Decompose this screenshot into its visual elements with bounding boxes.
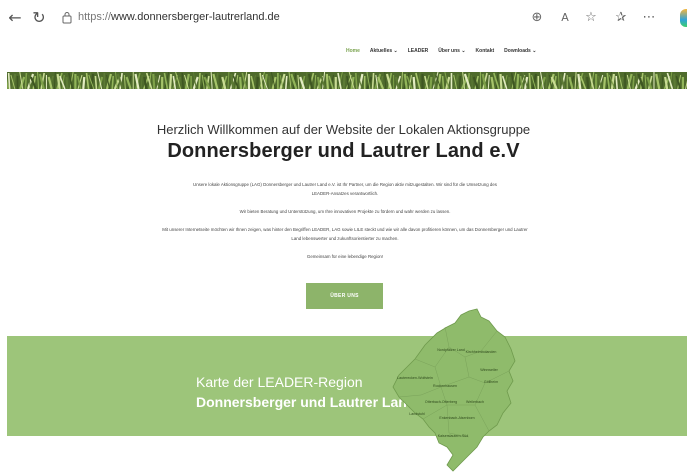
nav-item[interactable]: Über uns ⌄ [438,48,465,54]
favorite-star-icon[interactable]: ☆ [582,9,600,27]
grass-blade [255,76,259,89]
more-icon[interactable]: ⋯ [640,9,658,27]
grass-blade [528,72,532,89]
grass-blade [602,76,607,89]
nav-item[interactable]: Aktuelles ⌄ [370,48,398,54]
grass-blade [429,76,433,89]
grass-blade [94,75,98,89]
grass-blade [632,75,635,89]
url-scheme: https:// [78,11,112,23]
map-region-label: Rockenhausen [433,384,457,388]
map-region-label: Kirchheimbolanden [466,350,497,354]
grass-blade [82,76,86,89]
map-region-label: Landstuhl [409,412,425,416]
grass-blade [24,72,28,89]
map-section-title: Karte der LEADER-Region [196,374,363,390]
map-region-label: Lauterecken-Wolfstein [397,376,433,380]
grass-blade [516,73,520,89]
nav-item[interactable]: Downloads ⌄ [504,48,536,54]
url-text[interactable]: https://www.donnersberger-lautrerland.de [78,11,280,23]
intro-slogan: Gemeinsam für eine lebendige Region! [306,254,384,259]
map-region-label: Winnweiler [480,368,498,372]
map-region-label: Göllheim [484,380,498,384]
zoom-icon[interactable]: ⊕ [528,9,546,27]
leader-region-map[interactable]: Nordpfälzer Land Kirchheimbolanden Winnwei… [385,287,525,474]
grass-banner-image [7,72,687,89]
nav-item[interactable]: Home [346,48,360,54]
intro-paragraph: Unsere lokale Aktionsgruppe (LAG) Donner… [193,182,497,196]
grass-blade [441,75,445,89]
browser-toolbar: ← ↻ https://www.donnersberger-lautrerlan… [0,0,687,36]
grass-blade [168,73,173,89]
grass-blade [586,76,590,89]
grass-blade [284,75,288,89]
grass-blade [412,76,416,89]
grass-blade [238,76,243,89]
grass-blade [7,72,11,89]
url-host: www.donnersberger-lautrerland.de [111,11,280,23]
address-bar[interactable]: https://www.donnersberger-lautrerland.de [52,6,588,30]
grass-blade [325,73,329,89]
grass-blade [615,75,618,89]
map-section-region-name: Donnersberger und Lautrer Land [196,394,416,410]
nav-item[interactable]: Kontakt [476,48,495,54]
reload-icon[interactable]: ↻ [30,9,48,27]
intro-paragraph: Mit unserer Internetseite möchten wir Ih… [162,227,528,241]
grass-blade [458,75,462,89]
grass-blade [152,73,156,89]
map-region-label: Kaiserslautern-Süd [438,434,469,438]
map-region-label: Nordpfälzer Land [437,348,465,352]
grass-blade [198,72,201,89]
map-region-label: Weilerbach [466,400,484,404]
welcome-heading: Herzlich Willkommen auf der Website der … [156,122,531,137]
back-arrow-icon[interactable]: ← [6,9,24,27]
site-navigation: Home Aktuelles ⌄ LEADER Über uns ⌄ Kontakt Do… [346,48,536,54]
grass-blade [111,75,114,89]
map-region-label: Enkenbach-Alsenborn [439,416,474,420]
grass-blade [342,73,346,89]
intro-paragraph: Wir bieten Beratung und Unterstützung, u… [239,209,451,214]
grass-blade [181,72,185,89]
grass-blade [672,73,677,89]
grass-blade [354,72,358,89]
grass-blade [499,73,503,89]
grass-blade [371,72,375,89]
organization-heading: Donnersberger und Lautrer Land e.V [167,140,520,162]
region-outline [392,308,516,472]
favorites-icon[interactable]: ✰ [612,9,630,27]
nav-item[interactable]: LEADER [408,48,429,54]
grass-blade [268,75,271,89]
about-us-button[interactable]: ÜBER UNS [306,283,383,309]
copilot-icon[interactable] [680,9,687,27]
grass-blade [65,76,69,89]
lock-icon[interactable] [62,11,72,24]
grass-blade [545,72,548,89]
read-aloud-icon[interactable]: A [556,9,574,27]
map-region-label: Otterbach-Otterberg [425,400,457,404]
